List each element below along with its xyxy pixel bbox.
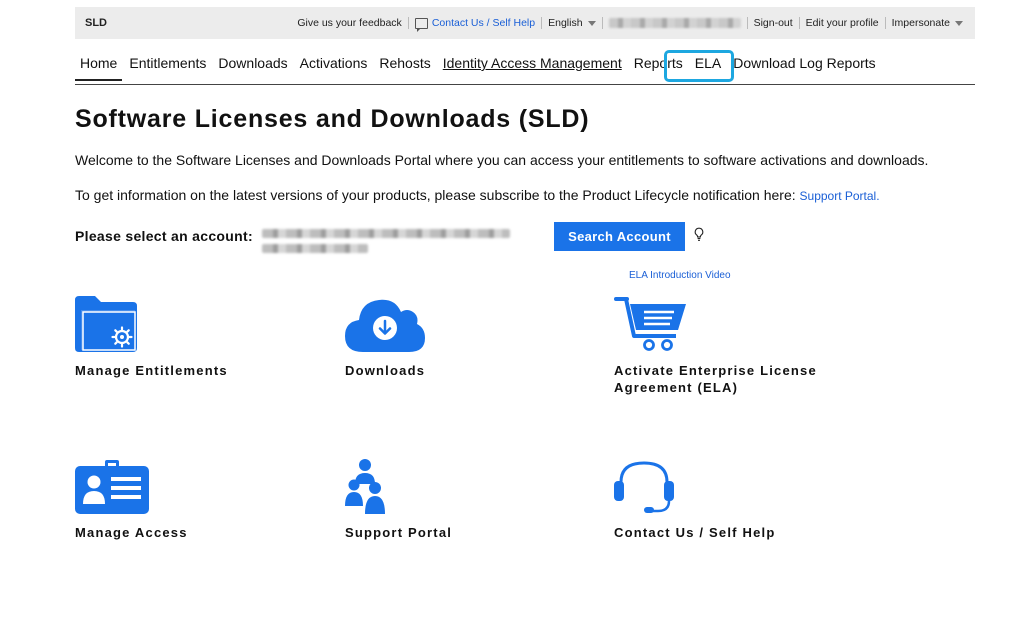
headset-icon [614, 461, 674, 513]
welcome-text: Welcome to the Software Licenses and Dow… [75, 152, 929, 168]
tile-downloads[interactable] [345, 296, 425, 352]
feedback-link[interactable]: Give us your feedback [297, 17, 401, 29]
utility-links: Give us your feedback Contact Us / Self … [297, 17, 975, 32]
chevron-down-icon [955, 20, 963, 26]
divider [746, 17, 748, 29]
divider [541, 17, 543, 29]
tile-label-activate-ela-line1: Activate Enterprise License [614, 363, 817, 378]
nav-home[interactable]: Home [75, 50, 123, 81]
divider [884, 17, 886, 29]
tile-label-manage-entitlements[interactable]: Manage Entitlements [75, 363, 228, 378]
account-label: Please select an account: [75, 228, 253, 244]
brand-logo[interactable]: SLD [85, 17, 107, 29]
nav-entitlements[interactable]: Entitlements [124, 50, 211, 71]
divider [798, 17, 800, 29]
nav-ela[interactable]: ELA [690, 50, 726, 71]
tile-label-contact-us[interactable]: Contact Us / Self Help [614, 525, 775, 540]
nav-activations[interactable]: Activations [295, 50, 373, 71]
lightbulb-icon[interactable] [693, 227, 705, 243]
page-title: Software Licenses and Downloads (SLD) [75, 105, 590, 133]
folder-gear-icon [75, 296, 137, 352]
cart-icon [614, 297, 686, 351]
ela-intro-video-link[interactable]: ELA Introduction Video [629, 270, 731, 281]
divider [407, 17, 409, 29]
tile-contact-us[interactable] [614, 458, 674, 514]
account-value-redacted[interactable] [262, 229, 510, 259]
tile-manage-access[interactable] [75, 460, 149, 514]
tile-activate-ela[interactable] [614, 296, 688, 352]
language-label: English [548, 17, 583, 29]
signout-link[interactable]: Sign-out [754, 17, 793, 29]
impersonate-label: Impersonate [891, 17, 950, 29]
tile-label-downloads[interactable]: Downloads [345, 363, 425, 378]
support-portal-link[interactable]: Support Portal. [800, 189, 880, 203]
id-card-icon [75, 460, 149, 514]
user-name-redacted [608, 18, 741, 28]
tile-label-activate-ela-line2: Agreement (ELA) [614, 380, 739, 395]
nav-reports[interactable]: Reports [629, 50, 688, 71]
contact-link-label: Contact Us / Self Help [431, 17, 536, 29]
tile-support-portal[interactable] [345, 458, 385, 514]
tile-label-activate-ela[interactable]: Activate Enterprise License Agreement (E… [614, 363, 817, 395]
nav-download-log-reports[interactable]: Download Log Reports [728, 50, 880, 71]
subscribe-text-body: To get information on the latest version… [75, 187, 800, 203]
nav-identity-access-management[interactable]: Identity Access Management [438, 50, 627, 71]
chevron-down-icon [587, 20, 596, 26]
impersonate-menu[interactable]: Impersonate [892, 17, 963, 29]
cloud-download-icon [345, 299, 425, 352]
nav-downloads[interactable]: Downloads [213, 50, 292, 71]
search-account-button[interactable]: Search Account [554, 222, 685, 251]
nav-rehosts[interactable]: Rehosts [374, 50, 435, 71]
people-icon [345, 459, 385, 514]
contact-link[interactable]: Contact Us / Self Help [414, 17, 536, 32]
tile-manage-entitlements[interactable] [75, 296, 137, 352]
top-utility-bar: SLD Give us your feedback Contact Us / S… [75, 7, 975, 39]
main-nav: Home Entitlements Downloads Activations … [75, 50, 975, 85]
divider [601, 17, 603, 29]
language-select[interactable]: English [548, 17, 596, 29]
chat-icon [414, 17, 428, 32]
subscribe-text: To get information on the latest version… [75, 187, 880, 203]
tile-label-manage-access[interactable]: Manage Access [75, 525, 188, 540]
edit-profile-link[interactable]: Edit your profile [806, 17, 879, 29]
tile-label-support-portal[interactable]: Support Portal [345, 525, 452, 540]
